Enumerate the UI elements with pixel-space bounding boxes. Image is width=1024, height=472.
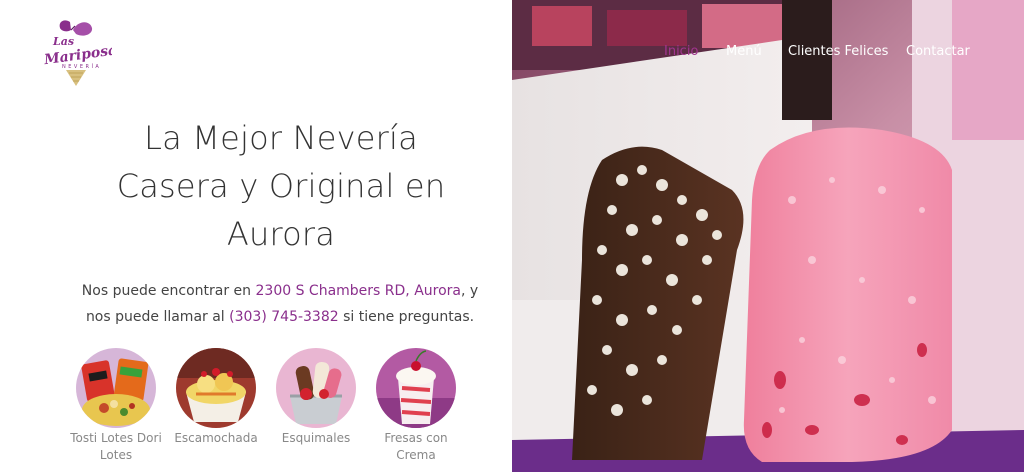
nav-item-menu[interactable]: Menú <box>726 44 762 59</box>
address-link[interactable]: 2300 S Chambers RD, Aurora <box>256 283 462 299</box>
intro-paragraph: Nos puede encontrar en 2300 S Chambers R… <box>70 278 490 330</box>
nav-item-clientes-felices[interactable]: Clientes Felices <box>788 44 888 59</box>
product-item-fresas-con-crema[interactable]: Fresas con Crema <box>368 348 464 464</box>
tosti-lotes-photo <box>76 348 156 428</box>
product-item-escamochada[interactable]: Escamochada <box>168 348 264 447</box>
esquimales-photo <box>276 348 356 428</box>
product-label: Tosti Lotes Dori Lotes <box>70 431 162 462</box>
fresas-con-crema-photo <box>376 348 456 428</box>
page: Las Mariposas NEVERÍA La Mejor Nevería C… <box>0 0 1024 472</box>
product-label: Escamochada <box>174 431 258 445</box>
logo-icon: Las Mariposas NEVERÍA <box>42 20 126 86</box>
main-nav: Inicio Menú Clientes Felices Contactar <box>660 44 1000 64</box>
hero-title-line-3: Aurora <box>226 215 336 253</box>
hero-title-line-1: La Mejor Nevería <box>144 119 418 157</box>
paletas-photo <box>512 0 1024 472</box>
logo-text-neveria: NEVERÍA <box>62 63 101 70</box>
product-item-esquimales[interactable]: Esquimales <box>268 348 364 447</box>
intro-text-1: Nos puede encontrar en <box>81 283 256 299</box>
product-list: Tosti Lotes Dori Lotes Escamochada Esqui… <box>70 348 490 472</box>
logo-text-las: Las <box>52 35 74 48</box>
product-label: Esquimales <box>281 431 351 445</box>
product-label: Fresas con Crema <box>384 431 448 462</box>
phone-link[interactable]: (303) 745-3382 <box>229 309 339 325</box>
escamochada-photo <box>176 348 256 428</box>
hero-title-line-2: Casera y Original en <box>116 167 446 205</box>
product-item-tosti-lotes[interactable]: Tosti Lotes Dori Lotes <box>68 348 164 464</box>
intro-text-3: si tiene preguntas. <box>338 309 475 325</box>
left-panel: Las Mariposas NEVERÍA La Mejor Nevería C… <box>0 0 512 472</box>
hero-image <box>512 0 1024 472</box>
nav-item-inicio[interactable]: Inicio <box>664 44 698 59</box>
nav-item-contactar[interactable]: Contactar <box>906 44 970 59</box>
brand-logo[interactable]: Las Mariposas NEVERÍA <box>40 18 126 88</box>
hero-title: La Mejor Nevería Casera y Original en Au… <box>40 114 522 258</box>
